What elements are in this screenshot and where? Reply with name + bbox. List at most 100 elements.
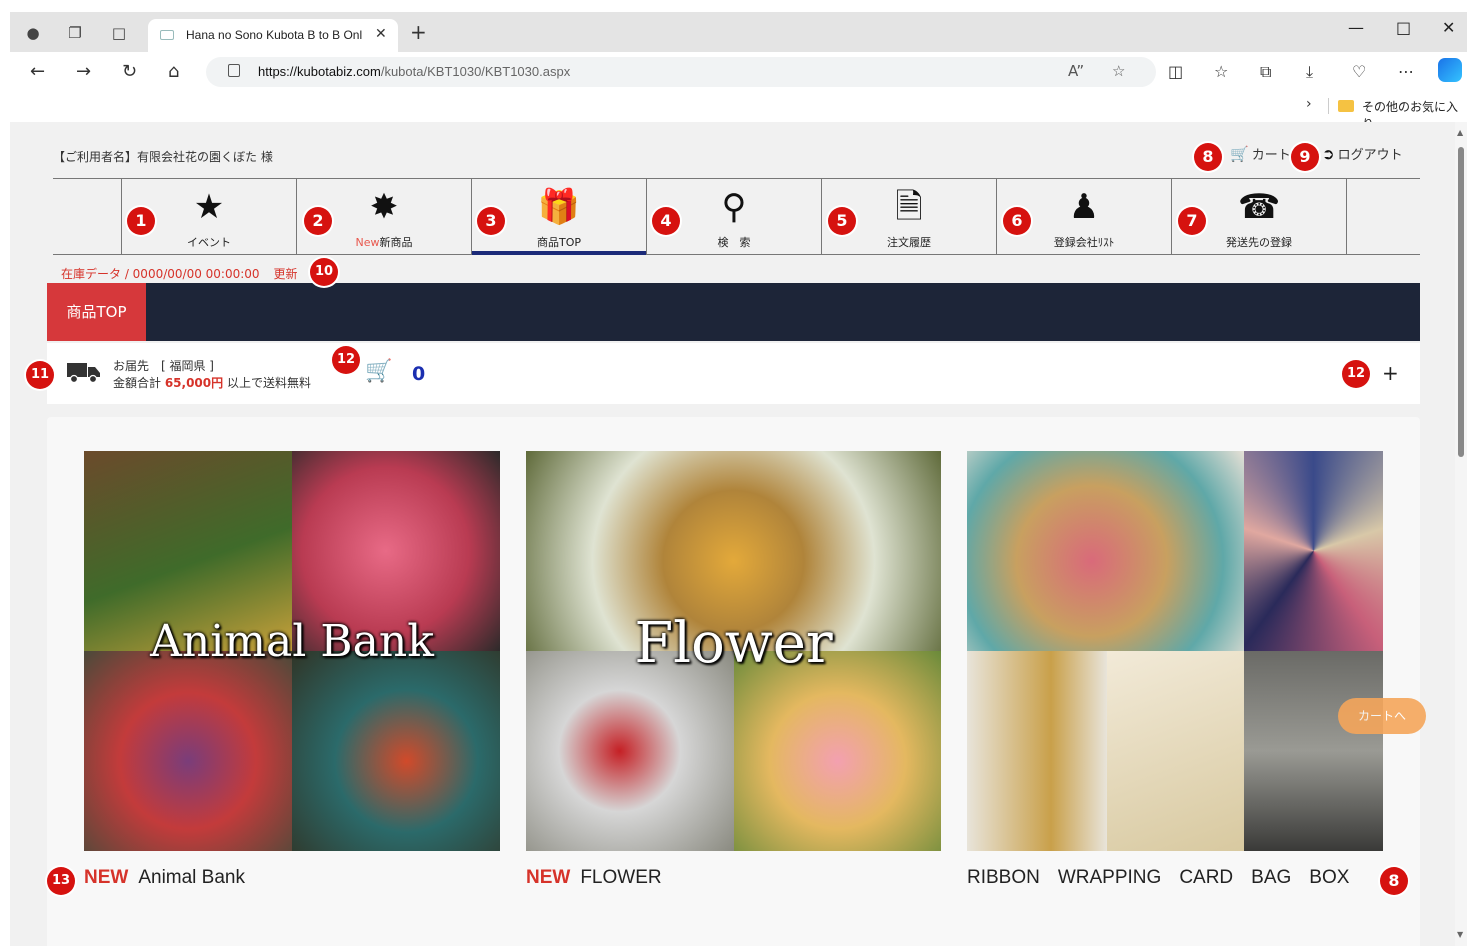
product-grid: Animal Bank NEW Animal Bank Flower NEW FLO… bbox=[47, 417, 1420, 946]
collections-icon[interactable]: ⧉ bbox=[1260, 62, 1271, 82]
expand-button[interactable]: + bbox=[1382, 361, 1399, 385]
wrapping-image[interactable] bbox=[967, 451, 1383, 851]
tab-actions-icon[interactable]: □ bbox=[110, 24, 128, 42]
wrapping-link[interactable]: WRAPPING bbox=[1058, 867, 1161, 888]
new-tag: NEW bbox=[84, 867, 129, 888]
cart-icon: 🛒 bbox=[1230, 145, 1249, 163]
address-toolbar: ← → ↻ ⌂ https://kubotabiz.com/kubota/KBT… bbox=[10, 52, 1467, 92]
close-window-icon[interactable]: ✕ bbox=[1442, 18, 1455, 37]
category-list: RIBBON WRAPPING CARD BAG BOX bbox=[967, 867, 1367, 889]
cart-link[interactable]: 🛒 カート bbox=[1230, 144, 1291, 163]
product-card-animal-bank[interactable]: Animal Bank NEW Animal Bank bbox=[84, 451, 500, 888]
cart-label: カート bbox=[1251, 148, 1291, 163]
free-shipping-prefix: 金額合計 bbox=[113, 376, 165, 390]
annotation-badge: 9 bbox=[1291, 143, 1319, 171]
new-tag: NEW bbox=[526, 867, 571, 888]
product-title[interactable]: NEW Animal Bank bbox=[84, 867, 245, 889]
logout-label: ログアウト bbox=[1337, 148, 1403, 163]
annotation-badge: 5 bbox=[828, 207, 856, 235]
browser-tab[interactable]: Hana no Sono Kubota B to B Onl ✕ bbox=[148, 19, 398, 52]
close-tab-icon[interactable]: ✕ bbox=[375, 26, 387, 42]
page-scrollbar[interactable]: ▲ ▼ bbox=[1455, 122, 1467, 946]
ribbon-link[interactable]: RIBBON bbox=[967, 867, 1040, 888]
profile-icon[interactable]: ● bbox=[24, 24, 42, 42]
menu-label: 注文履歴 bbox=[887, 236, 931, 249]
flower-image[interactable]: Flower bbox=[526, 451, 941, 851]
browser-essentials-icon[interactable]: ♡ bbox=[1352, 62, 1366, 81]
favorites-bar: › その他のお気に入り bbox=[10, 92, 1467, 131]
user-name: 【ご利用者名】有限会社花の園くぼた 様 bbox=[53, 150, 273, 164]
product-card-flower[interactable]: Flower NEW FLOWER bbox=[526, 451, 941, 888]
browser-tab-bar: ● ❐ □ Hana no Sono Kubota B to B Onl ✕ +… bbox=[10, 12, 1467, 52]
free-shipping-suffix: 以上で送料無料 bbox=[223, 376, 311, 390]
menu-label: 登録会社ﾘｽﾄ bbox=[1053, 236, 1115, 249]
stock-text: 在庫データ / 0000/00/00 00:00:00 bbox=[61, 267, 260, 281]
logout-icon: ➲ bbox=[1322, 145, 1335, 163]
menu-label: 新商品 bbox=[379, 236, 413, 249]
annotation-badge: 6 bbox=[1003, 207, 1031, 235]
copilot-icon[interactable] bbox=[1438, 58, 1462, 82]
annotation-badge: 10 bbox=[310, 258, 338, 286]
new-label: New bbox=[355, 236, 380, 249]
product-title[interactable]: NEW FLOWER bbox=[526, 867, 662, 889]
annotation-badge: 1 bbox=[127, 207, 155, 235]
more-icon[interactable]: ⋯ bbox=[1398, 62, 1414, 81]
annotation-badge: 12 bbox=[1342, 360, 1370, 388]
bag-link[interactable]: BAG bbox=[1251, 867, 1291, 888]
menu-label: 発送先の登録 bbox=[1226, 236, 1292, 249]
main-menu: ★ イベント ✸ New新商品 🎁 商品TOP ⚲ 検 索 🗎 注文履歴 ♟ 登… bbox=[53, 178, 1420, 255]
product-card-wrapping[interactable]: RIBBON WRAPPING CARD BAG BOX bbox=[967, 451, 1383, 888]
scrollbar-thumb[interactable] bbox=[1458, 147, 1464, 457]
cart-count: 0 bbox=[412, 363, 426, 385]
logout-link[interactable]: ➲ ログアウト bbox=[1322, 144, 1403, 163]
address-bar[interactable]: https://kubotabiz.com/kubota/KBT1030/KBT… bbox=[206, 57, 1156, 87]
home-icon[interactable]: ⌂ bbox=[168, 61, 179, 82]
cart-icon[interactable]: 🛒 bbox=[365, 359, 392, 384]
annotation-badge: 13 bbox=[47, 867, 75, 895]
card-link[interactable]: CARD bbox=[1179, 867, 1233, 888]
animal-bank-overlay: Animal Bank bbox=[150, 616, 434, 667]
split-screen-icon[interactable]: ◫ bbox=[1168, 62, 1183, 81]
favorite-star-icon[interactable]: ☆ bbox=[1112, 62, 1125, 80]
product-name: FLOWER bbox=[580, 867, 662, 888]
annotation-badge: 12 bbox=[332, 346, 360, 374]
annotation-badge: 11 bbox=[26, 361, 54, 389]
refresh-icon[interactable]: ↻ bbox=[122, 61, 137, 82]
scroll-down-icon[interactable]: ▼ bbox=[1457, 930, 1463, 939]
annotation-badge: 3 bbox=[477, 207, 505, 235]
downloads-icon[interactable]: ⤓ bbox=[1306, 62, 1313, 82]
product-name: Animal Bank bbox=[138, 867, 245, 888]
update-link[interactable]: 更新 bbox=[274, 267, 298, 281]
forward-icon[interactable]: → bbox=[76, 61, 91, 82]
read-aloud-icon[interactable]: A” bbox=[1068, 62, 1084, 80]
menu-end-divider bbox=[1346, 179, 1420, 254]
animal-bank-image[interactable]: Animal Bank bbox=[84, 451, 500, 851]
annotation-badge: 2 bbox=[304, 207, 332, 235]
scroll-up-icon[interactable]: ▲ bbox=[1457, 128, 1463, 137]
favorites-icon[interactable]: ☆ bbox=[1214, 62, 1228, 81]
annotation-badge: 8 bbox=[1194, 143, 1222, 171]
lock-icon[interactable] bbox=[228, 64, 240, 77]
page-banner: 商品TOP bbox=[47, 283, 1420, 341]
truck-icon bbox=[67, 363, 100, 383]
annotation-badge: 8 bbox=[1380, 867, 1408, 895]
maximize-icon[interactable]: □ bbox=[1396, 18, 1411, 37]
box-link[interactable]: BOX bbox=[1309, 867, 1349, 888]
free-shipping-note: 金額合計 65,000円 以上で送料無料 bbox=[113, 374, 311, 391]
menu-label: イベント bbox=[187, 236, 231, 249]
annotation-badge: 4 bbox=[652, 207, 680, 235]
new-tab-icon[interactable]: + bbox=[410, 20, 427, 44]
tab-title: Hana no Sono Kubota B to B Onl bbox=[186, 28, 363, 42]
active-underline bbox=[472, 251, 646, 255]
delivery-info-bar: お届先 [ 福岡県 ] 金額合計 65,000円 以上で送料無料 🛒 0 + bbox=[47, 343, 1420, 404]
annotation-badge: 7 bbox=[1178, 207, 1206, 235]
breadcrumb: 商品TOP bbox=[47, 283, 146, 341]
stock-status: 在庫データ / 0000/00/00 00:00:00 更新 bbox=[61, 265, 298, 282]
chevron-right-icon[interactable]: › bbox=[1306, 96, 1312, 112]
minimize-icon[interactable]: — bbox=[1348, 18, 1364, 37]
back-icon[interactable]: ← bbox=[30, 61, 45, 82]
free-shipping-amount: 65,000円 bbox=[164, 376, 224, 390]
menu-label: 商品TOP bbox=[536, 236, 581, 249]
workspaces-icon[interactable]: ❐ bbox=[66, 24, 84, 42]
floating-cart-button[interactable]: カートへ bbox=[1338, 698, 1426, 734]
